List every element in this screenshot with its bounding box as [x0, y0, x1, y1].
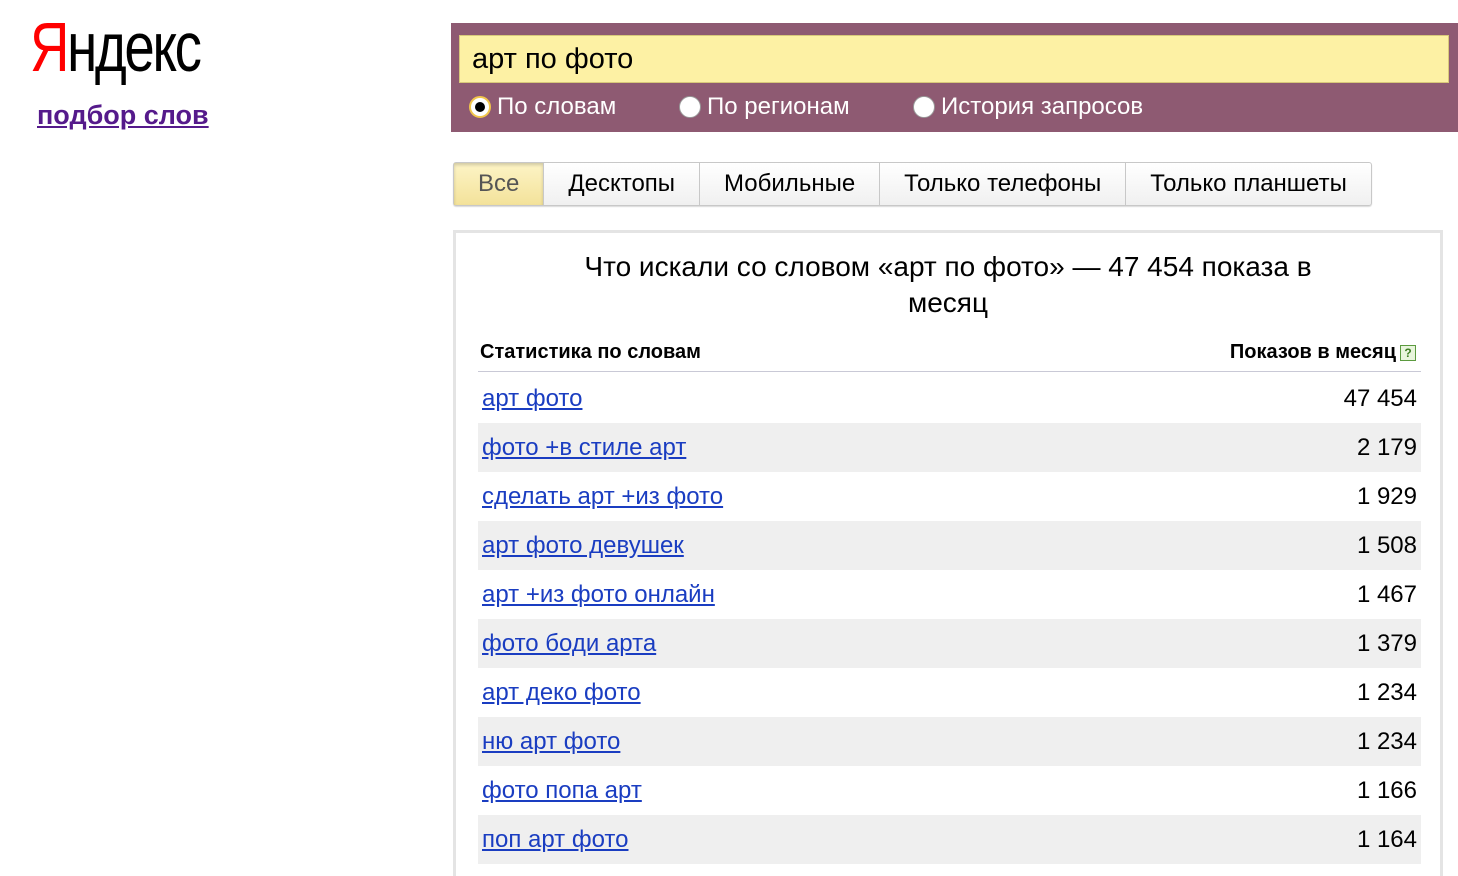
phrase-link[interactable]: арт +из фото онлайн [482, 581, 715, 609]
radio-label: По словам [497, 93, 617, 120]
impressions-count: 1 929 [1356, 482, 1417, 510]
device-tabs: Все Десктопы Мобильные Только телефоны Т… [453, 162, 1372, 206]
table-row: ню арт фото 1 234 [478, 717, 1421, 766]
phrase-link[interactable]: арт деко фото [482, 679, 641, 707]
header-divider [478, 371, 1421, 372]
column-header-impressions: Показов в месяц ? [1230, 341, 1416, 364]
column-header-impressions-label: Показов в месяц [1229, 341, 1396, 363]
help-icon[interactable]: ? [1400, 344, 1416, 361]
search-input[interactable] [459, 35, 1449, 83]
column-header-phrases: Статистика по словам [480, 341, 701, 363]
table-row: поп арт фото 1 164 [478, 815, 1421, 864]
phrase-link[interactable]: фото боди арта [482, 630, 656, 658]
table-row: фото +в стиле арт 2 179 [478, 423, 1421, 472]
table-row: сделать арт +из фото 1 929 [478, 472, 1421, 521]
logo-rest: ндекс [67, 8, 202, 86]
radio-dot-icon[interactable] [913, 96, 935, 118]
phrase-link[interactable]: сделать арт +из фото [482, 483, 723, 511]
logo-letter: Я [30, 8, 69, 86]
results-panel: Что искали со словом «арт по фото» — 47 … [453, 230, 1443, 876]
impressions-count: 47 454 [1343, 384, 1417, 412]
radio-dot-checked-icon[interactable] [469, 96, 491, 118]
page: Яндекс подбор слов По словам По регионам… [0, 0, 1458, 876]
tab-phones-only[interactable]: Только телефоны [880, 163, 1127, 205]
tab-tablets-only[interactable]: Только планшеты [1126, 163, 1371, 205]
radio-by-regions[interactable]: По регионам [679, 93, 913, 121]
radio-dot-icon[interactable] [679, 96, 701, 118]
impressions-count: 1 379 [1356, 629, 1417, 657]
table-row: арт фото 47 454 [478, 374, 1421, 423]
radio-query-history[interactable]: История запросов [913, 93, 1143, 121]
radio-label: История запросов [941, 93, 1144, 120]
table-row: арт +из фото онлайн 1 467 [478, 570, 1421, 619]
radio-label: По регионам [707, 93, 850, 120]
phrase-link[interactable]: арт фото девушек [482, 532, 684, 560]
table-row: арт деко фото 1 234 [478, 668, 1421, 717]
impressions-count: 2 179 [1356, 433, 1417, 461]
tab-desktops[interactable]: Десктопы [544, 163, 701, 205]
service-name-link[interactable]: подбор слов [37, 100, 209, 131]
phrase-link[interactable]: поп арт фото [482, 826, 628, 854]
impressions-count: 1 508 [1356, 531, 1417, 559]
tab-mobile[interactable]: Мобильные [700, 163, 881, 205]
tab-all[interactable]: Все [454, 163, 545, 205]
radio-by-words[interactable]: По словам [469, 93, 679, 121]
search-mode-radios: По словам По регионам История запросов [469, 91, 1143, 123]
impressions-count: 1 234 [1356, 678, 1417, 706]
impressions-count: 1 467 [1356, 580, 1417, 608]
results-table: арт фото 47 454 фото +в стиле арт 2 179 … [478, 374, 1421, 864]
impressions-count: 1 166 [1356, 776, 1417, 804]
table-row: фото попа арт 1 166 [478, 766, 1421, 815]
search-panel: По словам По регионам История запросов [451, 23, 1458, 132]
impressions-count: 1 234 [1356, 727, 1417, 755]
impressions-count: 1 164 [1356, 825, 1417, 853]
table-row: фото боди арта 1 379 [478, 619, 1421, 668]
phrase-link[interactable]: фото попа арт [482, 777, 642, 805]
yandex-logo[interactable]: Яндекс [30, 4, 202, 90]
phrase-link[interactable]: ню арт фото [482, 728, 620, 756]
table-row: арт фото девушек 1 508 [478, 521, 1421, 570]
phrase-link[interactable]: арт фото [482, 385, 582, 413]
phrase-link[interactable]: фото +в стиле арт [482, 434, 686, 462]
results-title: Что искали со словом «арт по фото» — 47 … [584, 251, 1312, 318]
